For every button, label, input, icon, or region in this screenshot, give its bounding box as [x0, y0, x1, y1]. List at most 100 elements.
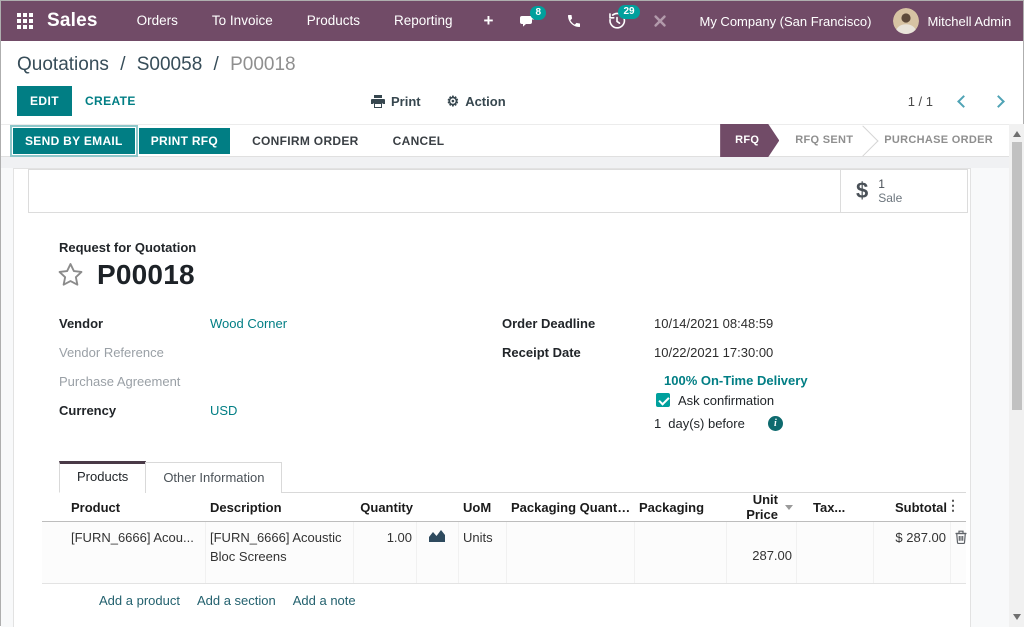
pager-next-icon[interactable] [992, 95, 1005, 108]
cell-unit-price: 287.00 [727, 522, 797, 583]
cell-description: [FURN_6666] Acoustic Bloc Screens [206, 522, 354, 583]
on-time-delivery-stat: 100% On-Time Delivery [664, 373, 808, 388]
content-gap [1, 157, 1009, 168]
col-product[interactable]: Product [42, 500, 206, 515]
pager: 1 / 1 [908, 94, 1003, 109]
cancel-button[interactable]: CANCEL [381, 128, 457, 154]
control-panel: EDIT CREATE Print ⚙ Action 1 / 1 [1, 78, 1023, 124]
nav-orders[interactable]: Orders [120, 1, 195, 41]
messages-badge: 8 [530, 6, 546, 20]
sale-count: 1 [878, 177, 902, 191]
cell-packaging-quantity [507, 522, 635, 583]
nav-products[interactable]: Products [290, 1, 377, 41]
order-line-row[interactable]: [FURN_6666] Acou... [FURN_6666] Acoustic… [42, 522, 966, 584]
breadcrumb: Quotations / S00058 / P00018 [17, 54, 296, 75]
page-title: P00018 [97, 259, 195, 291]
breadcrumb-sale-order[interactable]: S00058 [137, 54, 203, 75]
send-by-email-button[interactable]: SEND BY EMAIL [13, 128, 135, 154]
col-subtotal[interactable]: Subtotal [874, 500, 951, 515]
field-currency: Currency USD [59, 402, 502, 431]
field-grid: Vendor Wood Corner Vendor Reference Purc… [59, 315, 970, 431]
form-sheet: $ 1 Sale Request for Quotation P000 [13, 168, 971, 627]
scroll-up-icon[interactable] [1009, 126, 1024, 142]
activities-icon[interactable]: 29 [608, 12, 626, 30]
pager-previous-icon[interactable] [957, 95, 970, 108]
action-menu[interactable]: ⚙ Action [447, 94, 506, 109]
nav-reporting[interactable]: Reporting [377, 1, 470, 41]
user-avatar[interactable] [893, 8, 919, 34]
form-view-background: $ 1 Sale Request for Quotation P000 [1, 168, 1009, 627]
stage-rfq[interactable]: RFQ [720, 124, 779, 157]
col-packaging-quantity[interactable]: Packaging Quanti... [507, 500, 635, 515]
pager-counter: 1 / 1 [908, 94, 933, 109]
tab-other-information[interactable]: Other Information [145, 462, 282, 493]
breadcrumb-separator: / [120, 54, 125, 75]
cell-taxes [797, 522, 874, 583]
dollar-icon: $ [856, 178, 868, 204]
activities-badge: 29 [618, 5, 639, 19]
stage-pipeline: RFQ RFQ SENT PURCHASE ORDER [720, 124, 1009, 157]
currency-link[interactable]: USD [210, 402, 237, 418]
breadcrumb-row: Quotations / S00058 / P00018 [1, 41, 1023, 78]
action-label: Action [465, 94, 505, 109]
col-quantity[interactable]: Quantity [354, 500, 417, 515]
list-footer-links: Add a product Add a section Add a note [70, 584, 966, 608]
apps-menu-icon[interactable] [17, 13, 33, 29]
document-type-label: Request for Quotation [59, 240, 970, 255]
vendor-link[interactable]: Wood Corner [210, 315, 287, 331]
ask-confirmation-checkbox[interactable] [656, 393, 670, 407]
table-header-row: Product Description Quantity UoM Packagi… [42, 493, 966, 522]
cell-subtotal: $ 287.00 [874, 522, 951, 583]
user-menu[interactable]: Mitchell Admin [927, 14, 1011, 29]
add-a-note-link[interactable]: Add a note [293, 593, 356, 608]
sort-caret-icon [785, 505, 793, 510]
cell-uom: Units [459, 522, 507, 583]
breadcrumb-current: P00018 [230, 54, 296, 75]
nav-plus-icon[interactable]: + [470, 1, 508, 41]
sale-label: Sale [878, 191, 902, 205]
order-lines-table: Product Description Quantity UoM Packagi… [42, 493, 966, 608]
print-menu[interactable]: Print [371, 94, 421, 109]
reminder-value: 1 [654, 416, 661, 431]
field-order-deadline: Order Deadline 10/14/2021 08:48:59 [502, 315, 808, 344]
optional-columns-icon[interactable]: ⋮ [946, 498, 960, 512]
nav-to-invoice[interactable]: To Invoice [195, 1, 290, 41]
app-name[interactable]: Sales [47, 10, 98, 32]
confirm-order-button[interactable]: CONFIRM ORDER [240, 128, 371, 154]
create-button[interactable]: CREATE [72, 86, 149, 116]
info-icon [768, 416, 783, 431]
sale-smart-button[interactable]: $ 1 Sale [840, 170, 967, 212]
company-switcher[interactable]: My Company (San Francisco) [699, 14, 871, 29]
add-a-product-link[interactable]: Add a product [99, 593, 180, 608]
scroll-down-icon[interactable] [1009, 609, 1024, 625]
tab-products[interactable]: Products [59, 461, 146, 493]
print-label: Print [391, 94, 421, 109]
tools-icon[interactable] [652, 13, 668, 29]
vertical-scrollbar[interactable] [1009, 124, 1024, 627]
smart-button-box: $ 1 Sale [28, 169, 968, 213]
scrollbar-thumb[interactable] [1012, 142, 1022, 410]
print-rfq-button[interactable]: PRINT RFQ [139, 128, 230, 154]
field-vendor: Vendor Wood Corner [59, 315, 502, 344]
breadcrumb-quotations[interactable]: Quotations [17, 54, 109, 75]
statusbar: SEND BY EMAIL PRINT RFQ CONFIRM ORDER CA… [1, 124, 1009, 157]
edit-button[interactable]: EDIT [17, 86, 72, 116]
stage-purchase-order[interactable]: PURCHASE ORDER [868, 124, 1009, 157]
col-packaging[interactable]: Packaging [635, 500, 727, 515]
top-navbar: Sales Orders To Invoice Products Reporti… [1, 1, 1023, 41]
messages-icon[interactable]: 8 [520, 13, 540, 29]
add-a-section-link[interactable]: Add a section [197, 593, 276, 608]
forecast-icon[interactable] [417, 522, 459, 583]
col-taxes[interactable]: Tax... [797, 500, 874, 515]
favorite-star-icon[interactable] [56, 261, 85, 289]
delete-line-icon[interactable] [951, 522, 981, 583]
col-unit-price[interactable]: Unit Price [727, 492, 797, 522]
phone-icon[interactable] [566, 13, 582, 29]
printer-icon [371, 95, 385, 108]
ask-confirmation-field: Ask confirmation [656, 390, 808, 410]
field-purchase-agreement: Purchase Agreement [59, 373, 502, 402]
col-description[interactable]: Description [206, 500, 354, 515]
notebook-tabs: Products Other Information [59, 461, 966, 493]
reminder-field: 1 day(s) before [654, 416, 808, 431]
col-uom[interactable]: UoM [459, 500, 507, 515]
